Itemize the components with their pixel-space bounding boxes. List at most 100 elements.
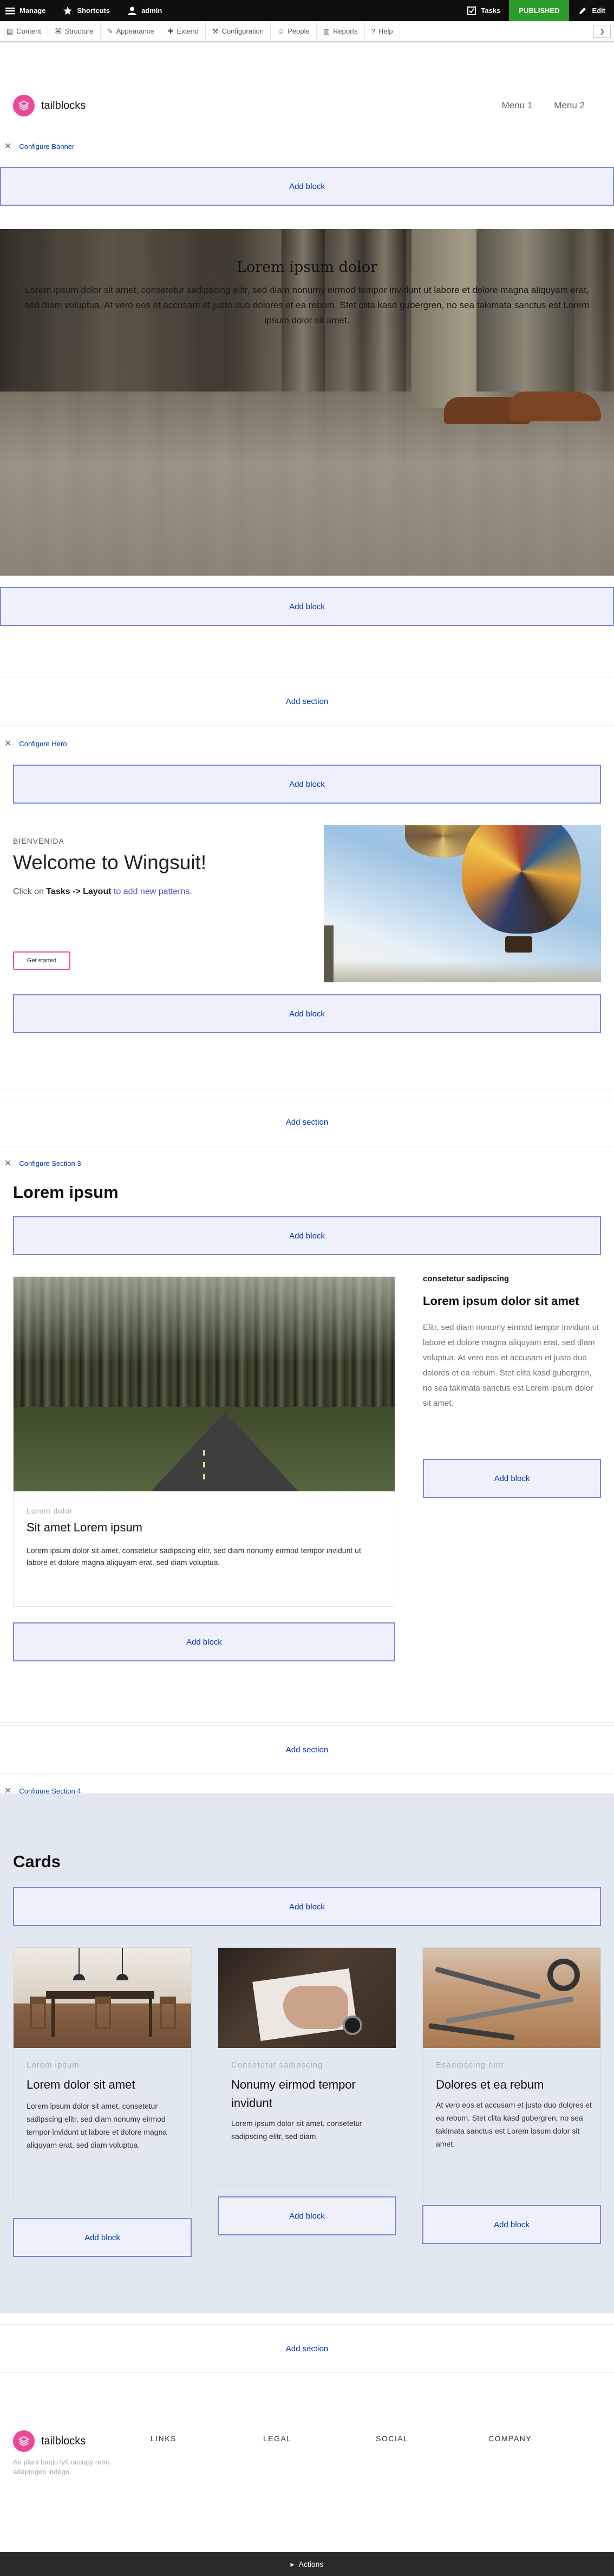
chart-icon: ▥ xyxy=(323,27,330,35)
card-title: Dolores et ea rebum xyxy=(436,2078,544,2091)
road-line xyxy=(203,1450,205,1483)
add-block-button[interactable]: Add block xyxy=(13,994,601,1033)
brush-icon: ✎ xyxy=(107,27,113,35)
stack-icon xyxy=(18,2436,30,2447)
hero-text-post: to add new patterns xyxy=(111,887,190,896)
user-icon xyxy=(128,6,137,15)
manage-menu[interactable]: Manage xyxy=(0,0,54,21)
side-subtitle: consetetur sadipscing xyxy=(423,1274,510,1283)
pendant-wire xyxy=(122,1948,123,1975)
desk-writing-image xyxy=(218,1948,396,2048)
help-icon: ? xyxy=(371,27,375,35)
tray-item-label: Extend xyxy=(177,27,199,35)
configure-banner-row: ✕ Configure Banner xyxy=(0,140,74,152)
banner-title: Lorem ipsum dolor xyxy=(237,259,377,276)
tray-item-structure[interactable]: ⌘ Structure xyxy=(48,21,101,42)
add-block-button[interactable]: Add block xyxy=(422,2205,601,2244)
card-subtitle: Lorem dolor xyxy=(27,1507,73,1515)
divider xyxy=(0,1722,614,1723)
card: Consetetur sadipscing Nonumy eirmod temp… xyxy=(218,1947,396,2186)
footer-logo[interactable]: tailblocks xyxy=(13,2430,86,2452)
get-started-button[interactable]: Get started xyxy=(13,951,70,970)
tray-item-people[interactable]: ☺ People xyxy=(271,21,317,42)
footer-column-social: SOCIAL xyxy=(376,2434,409,2443)
menu-item-2[interactable]: Menu 2 xyxy=(554,100,585,111)
edit-button[interactable]: Edit xyxy=(569,0,614,21)
add-block-button[interactable]: Add block xyxy=(0,587,614,626)
logo-icon[interactable] xyxy=(13,95,35,116)
shortcuts-menu[interactable]: Shortcuts xyxy=(54,0,119,21)
hero-image xyxy=(324,825,601,982)
card-subtitle: Consetetur sadipscing xyxy=(231,2060,323,2070)
site-header: tailblocks Menu 1 Menu 2 xyxy=(0,87,614,125)
wrench-icon: ⚒ xyxy=(212,27,219,35)
add-section-button[interactable]: Add section xyxy=(0,677,614,726)
menu-item-1[interactable]: Menu 1 xyxy=(502,100,533,111)
banner-shoe xyxy=(509,392,601,421)
star-icon xyxy=(63,6,73,15)
add-block-button[interactable]: Add block xyxy=(13,1216,601,1255)
hero-text-bold: Tasks -> Layout xyxy=(46,887,112,896)
configure-hero-row: ✕ Configure Hero xyxy=(0,738,67,749)
card-subtitle: Lorem ipsum xyxy=(27,2060,80,2070)
pendant-lamp xyxy=(73,1974,85,1980)
user-menu[interactable]: admin xyxy=(119,0,171,21)
table-leg xyxy=(149,1999,152,2037)
tasks-button[interactable]: Tasks xyxy=(458,0,509,21)
balloon-shape xyxy=(462,825,581,934)
edit-label: Edit xyxy=(592,6,605,15)
add-block-button[interactable]: Add block xyxy=(13,1887,601,1926)
card-title: Sit amet Lorem ipsum xyxy=(27,1521,142,1534)
stack-icon xyxy=(18,100,30,111)
actions-bar[interactable]: ▸ Actions xyxy=(0,2552,614,2576)
add-block-button[interactable]: Add block xyxy=(13,1622,395,1661)
add-block-button[interactable]: Add block xyxy=(13,2218,192,2257)
puzzle-icon: ✚ xyxy=(167,27,174,35)
chair-shape xyxy=(95,1997,111,2029)
hero-eyebrow: BIENVENIDA xyxy=(13,837,64,845)
tray-item-label: Structure xyxy=(64,27,94,35)
footer-column-links: LINKS xyxy=(151,2434,177,2443)
add-block-button[interactable]: Add block xyxy=(0,167,614,206)
structure-icon: ⌘ xyxy=(54,27,62,35)
hero-title: Welcome to Wingsuit! xyxy=(13,851,207,873)
configure-section3-row: ✕ Configure Section 3 xyxy=(0,1157,81,1169)
logo-text[interactable]: tailblocks xyxy=(41,100,86,112)
section4-title: Cards xyxy=(13,1852,61,1871)
banner-text: Lorem ipsum dolor sit amet, consetetur s… xyxy=(24,285,590,325)
configure-section3-link[interactable]: Configure Section 3 xyxy=(19,1159,81,1168)
configure-banner-link[interactable]: Configure Banner xyxy=(19,142,74,151)
add-section-button[interactable]: Add section xyxy=(0,1725,614,1774)
tray-item-reports[interactable]: ▥ Reports xyxy=(317,21,365,42)
add-section-button[interactable]: Add section xyxy=(0,2324,614,2373)
card: Esadipscing elitr Dolores et ea rebum At… xyxy=(422,1947,601,2196)
tray-item-label: Content xyxy=(16,27,41,35)
configure-hero-link[interactable]: Configure Hero xyxy=(19,740,67,748)
add-section-button[interactable]: Add section xyxy=(0,1098,614,1146)
remove-section-icon[interactable]: ✕ xyxy=(4,738,11,749)
content-icon: ▤ xyxy=(6,27,14,35)
people-icon: ☺ xyxy=(277,27,285,35)
published-status[interactable]: PUBLISHED xyxy=(509,0,570,21)
remove-section-icon[interactable]: ✕ xyxy=(4,141,11,152)
pendant-lamp xyxy=(116,1974,128,1980)
tray-item-content[interactable]: ▤ Content xyxy=(0,21,48,42)
tray-item-appearance[interactable]: ✎ Appearance xyxy=(101,21,161,42)
card-title: Lorem dolor sit amet xyxy=(27,2078,135,2091)
tray-item-extend[interactable]: ✚ Extend xyxy=(161,21,206,42)
tray-orientation-toggle[interactable]: ❯ xyxy=(593,24,611,38)
user-label: admin xyxy=(141,6,162,15)
add-block-button[interactable]: Add block xyxy=(423,1459,601,1498)
tray-item-help[interactable]: ? Help xyxy=(365,21,400,42)
tray-item-configuration[interactable]: ⚒ Configuration xyxy=(206,21,271,42)
add-block-button[interactable]: Add block xyxy=(218,2196,396,2235)
hamburger-icon xyxy=(5,7,15,14)
chevron-right-icon: ❯ xyxy=(599,27,605,35)
chair-shape xyxy=(30,1997,46,2029)
remove-section-icon[interactable]: ✕ xyxy=(4,1158,11,1169)
shortcuts-label: Shortcuts xyxy=(77,6,110,15)
add-block-button[interactable]: Add block xyxy=(13,765,601,804)
card-text: At vero eos et accusam et justo duo dolo… xyxy=(436,2101,592,2148)
hero-text: Click on Tasks -> Layout to add new patt… xyxy=(13,887,192,897)
side-title: Lorem ipsum dolor sit amet xyxy=(423,1294,579,1308)
